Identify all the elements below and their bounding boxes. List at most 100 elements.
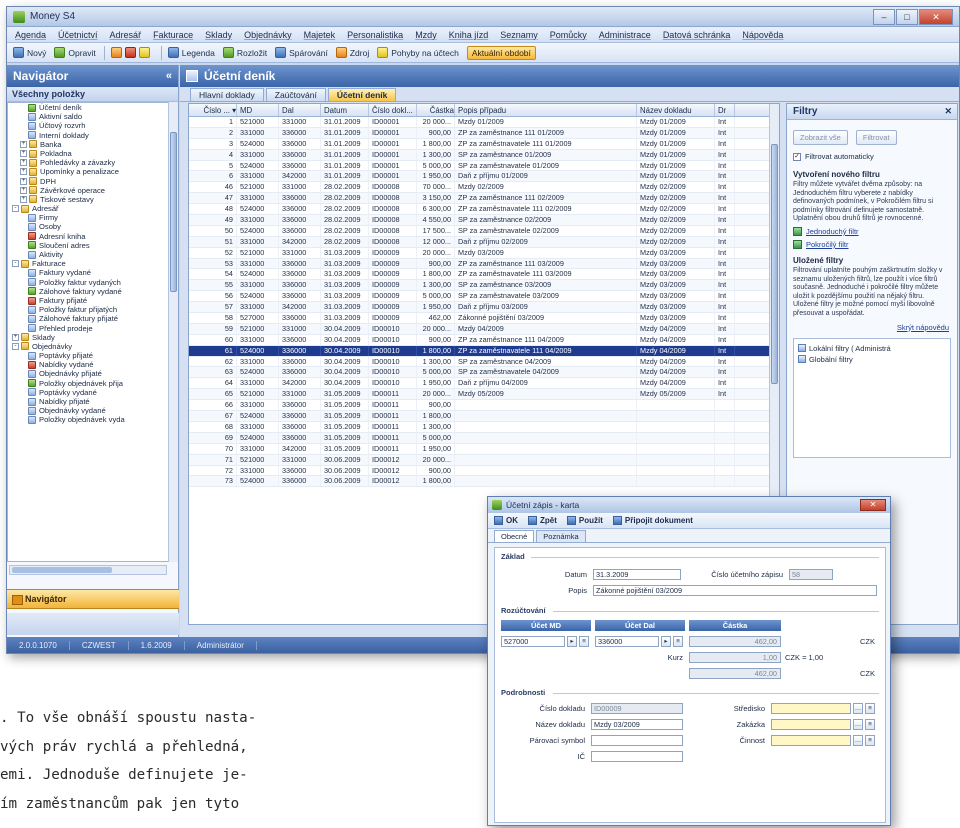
table-row[interactable]: 65 521000 331000 31.05.2009 ID00011 20 000...… [189, 389, 779, 401]
table-row[interactable]: 47 331000 336000 28.02.2009 ID00008 3 150,00 Z… [189, 193, 779, 205]
tree-item[interactable]: Interní doklady [8, 131, 168, 140]
close-button[interactable]: ✕ [919, 8, 953, 25]
table-row[interactable]: 68 331000 336000 31.05.2009 ID00011 1 300,00 [189, 421, 779, 433]
tree-item[interactable]: Nabídky přijaté [8, 397, 168, 406]
menu-item[interactable]: Objednávky [244, 30, 292, 40]
menu-item[interactable]: Seznamy [500, 30, 538, 40]
expand-icon[interactable]: + [20, 177, 27, 185]
tree-item[interactable]: Aktivity [8, 250, 168, 259]
account-md-clear[interactable]: ≡ [579, 636, 589, 647]
tab-general[interactable]: Obecné [494, 530, 535, 542]
menu-item[interactable]: Majetek [304, 30, 336, 40]
tree-item[interactable]: + Tiskové sestavy [8, 195, 168, 204]
tree-item[interactable]: Položky objednávek vyda [8, 415, 168, 424]
account-md-picker[interactable]: ▸ [567, 636, 577, 647]
contract-picker[interactable]: … [853, 719, 863, 730]
tree-item[interactable]: Objednávky vydané [8, 406, 168, 415]
table-row[interactable]: 66 331000 336000 31.05.2009 ID00011 900,00 [189, 400, 779, 412]
maximize-button[interactable]: □ [896, 8, 918, 25]
tree-item[interactable]: + Upomínky a penalizace [8, 167, 168, 176]
table-row[interactable]: 1 521000 331000 31.01.2009 ID00001 20 000... M… [189, 117, 779, 128]
table-row[interactable]: 69 524000 336000 31.05.2009 ID00011 5 000,00 [189, 432, 779, 444]
expand-icon[interactable]: + [20, 186, 27, 194]
tree-item[interactable]: + Pohledávky a závazky [8, 158, 168, 167]
tree-item[interactable]: Aktivní saldo [8, 112, 168, 121]
contract-clear[interactable]: ≡ [865, 719, 875, 730]
table-row[interactable]: 71 521000 331000 30.06.2009 ID00012 20 000... [189, 454, 779, 466]
column-header[interactable]: Číslo ... ▾ [189, 104, 237, 116]
table-row[interactable]: 50 524000 336000 28.02.2009 ID00008 17 500...… [189, 225, 779, 237]
table-row[interactable]: 62 331000 336000 30.04.2009 ID00010 1 300,00 S… [189, 356, 779, 368]
tree-item[interactable]: Položky faktur přijatých [8, 305, 168, 314]
expand-icon[interactable]: + [12, 333, 19, 341]
amount-field[interactable]: 462,00 [689, 636, 781, 647]
current-period-badge[interactable]: Aktuální období [466, 45, 536, 60]
dialog-close-button[interactable]: ✕ [860, 499, 886, 511]
tree-item[interactable]: Objednávky přijaté [8, 369, 168, 378]
navigator-bottom-button[interactable]: Navigátor [7, 589, 179, 609]
expand-icon[interactable]: - [12, 205, 19, 213]
menu-item[interactable]: Nápověda [742, 30, 783, 40]
simple-filter-link[interactable]: Jednoduchý filtr [787, 224, 957, 237]
column-header[interactable]: Dal [279, 104, 321, 116]
column-header[interactable]: Dr [715, 104, 735, 116]
expand-icon[interactable]: - [12, 342, 19, 350]
close-icon[interactable]: ✕ [944, 104, 952, 119]
tree-item[interactable]: - Fakturace [8, 259, 168, 268]
auto-filter-checkbox[interactable]: ✓ Filtrovat automaticky [787, 149, 957, 164]
toolbar-new-button[interactable]: Nový [13, 47, 46, 58]
menu-item[interactable]: Fakturace [153, 30, 193, 40]
ok-button[interactable]: OK [494, 516, 518, 525]
menu-item[interactable]: Adresář [110, 30, 142, 40]
tree-item[interactable]: - Adresář [8, 204, 168, 213]
doc-name-field[interactable]: Mzdy 03/2009 [591, 719, 683, 730]
column-header[interactable]: Datum [321, 104, 369, 116]
navigator-hscrollbar[interactable] [9, 565, 167, 575]
table-row[interactable]: 60 331000 336000 30.04.2009 ID00010 900,00 ZP … [189, 334, 779, 346]
table-row[interactable]: 52 521000 331000 31.03.2009 ID00009 20 000...… [189, 247, 779, 259]
tab-note[interactable]: Poznámka [536, 530, 586, 542]
back-button[interactable]: Zpět [528, 516, 557, 525]
apply-button[interactable]: Použít [566, 516, 603, 525]
tree-item[interactable]: Položky faktur vydaných [8, 278, 168, 287]
expand-icon[interactable]: + [20, 140, 27, 148]
table-row[interactable]: 64 331000 342000 30.04.2009 ID00010 1 950,00 D… [189, 378, 779, 390]
menu-item[interactable]: Agenda [15, 30, 46, 40]
account-dal-clear[interactable]: ≡ [673, 636, 683, 647]
activity-clear[interactable]: ≡ [865, 735, 875, 746]
table-row[interactable]: 6 331000 342000 31.01.2009 ID00001 1 950,00 Da… [189, 171, 779, 183]
account-dal-field[interactable]: 336000 [595, 636, 659, 647]
table-row[interactable]: 70 331000 342000 31.05.2009 ID00011 1 950,00 [189, 443, 779, 455]
content-tab[interactable]: Zaúčtování [265, 88, 326, 101]
tree-item[interactable]: Nabídky vydané [8, 360, 168, 369]
menu-item[interactable]: Pomůcky [550, 30, 587, 40]
tree-item[interactable]: Poptávky vydané [8, 388, 168, 397]
table-row[interactable]: 48 524000 336000 28.02.2009 ID00008 6 300,00 Z… [189, 204, 779, 216]
tree-item[interactable]: + Sklady [8, 333, 168, 342]
pairing-symbol-field[interactable] [591, 735, 683, 746]
tree-item[interactable]: + Banka [8, 140, 168, 149]
activity-field[interactable] [771, 735, 851, 746]
tree-item[interactable]: - Objednávky [8, 342, 168, 351]
tree-item[interactable]: Poptávky přijaté [8, 351, 168, 360]
menu-item[interactable]: Administrace [599, 30, 651, 40]
tree-item[interactable]: Adresní kniha [8, 232, 168, 241]
expand-icon[interactable]: + [20, 159, 27, 167]
center-field[interactable] [771, 703, 851, 714]
account-dal-picker[interactable]: ▸ [661, 636, 671, 647]
ic-field[interactable] [591, 751, 683, 762]
activity-picker[interactable]: … [853, 735, 863, 746]
table-row[interactable]: 4 331000 336000 31.01.2009 ID00001 1 300,00 SP… [189, 149, 779, 161]
tree-item[interactable]: Osoby [8, 222, 168, 231]
table-row[interactable]: 61 524000 336000 30.04.2009 ID00010 1 800,00 Z… [189, 345, 779, 357]
content-tab[interactable]: Hlavní doklady [190, 88, 264, 101]
toolbar-legend-button[interactable]: Legenda [167, 47, 215, 58]
local-filters-item[interactable]: Lokální filtry ( Administrá [798, 343, 946, 354]
menu-item[interactable]: Mzdy [415, 30, 437, 40]
table-row[interactable]: 49 331000 336000 28.02.2009 ID00008 4 550,00 S… [189, 215, 779, 226]
table-row[interactable]: 72 331000 336000 30.06.2009 ID00012 900,00 [189, 465, 779, 477]
filter-button[interactable]: Filtrovat [855, 130, 897, 145]
tree-item[interactable]: Faktury vydané [8, 268, 168, 277]
tree-item[interactable]: Faktury přijaté [8, 296, 168, 305]
tree-item[interactable]: Účtový rozvrh [8, 121, 168, 130]
